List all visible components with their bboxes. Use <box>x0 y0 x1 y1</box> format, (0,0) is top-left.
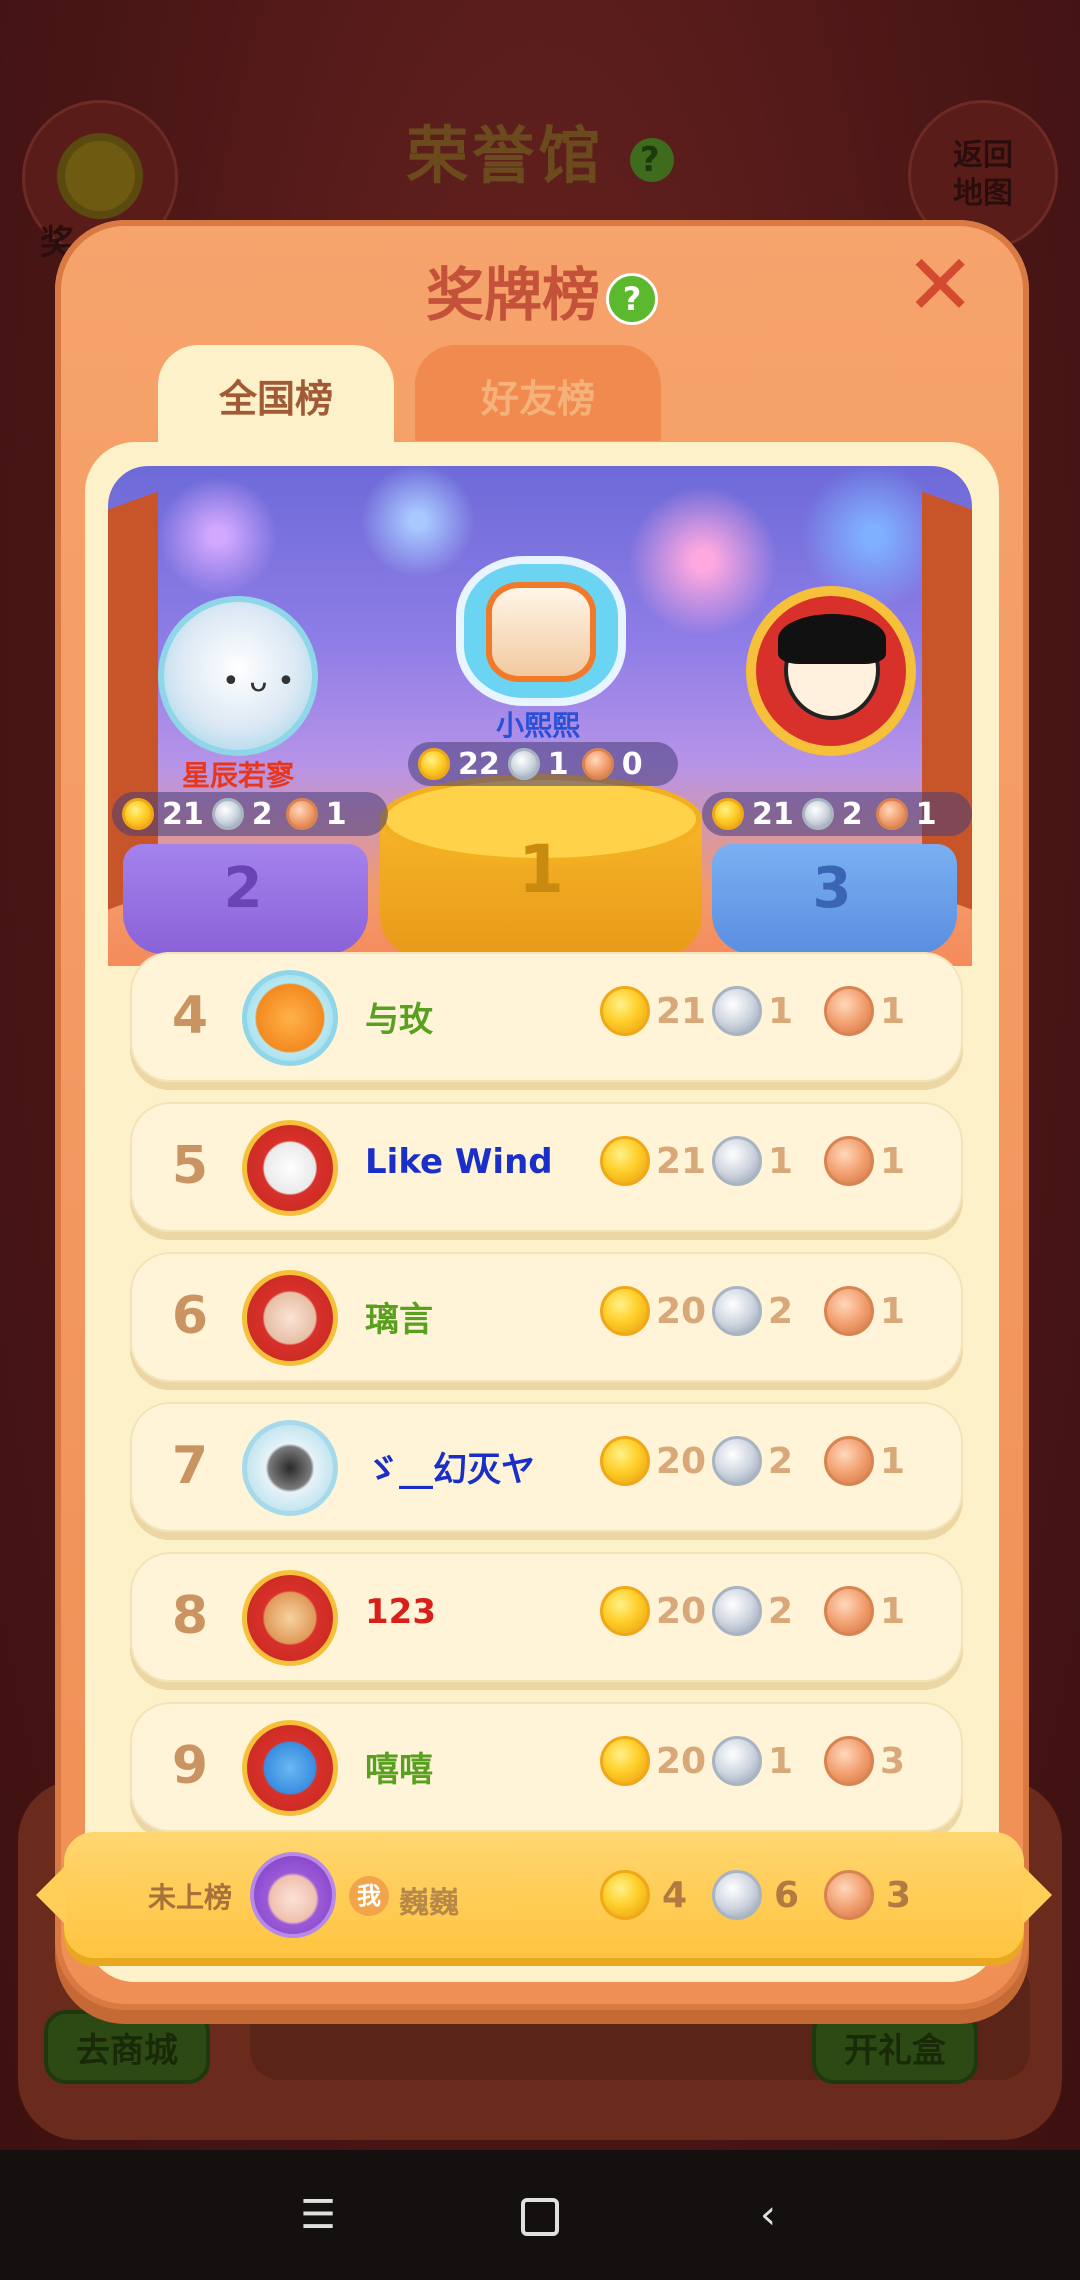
medal-counts: 21 1 1 <box>600 986 936 1036</box>
avatar-rank-3[interactable] <box>746 586 916 756</box>
avatar-rank-1[interactable] <box>456 556 626 706</box>
help-icon[interactable]: ? <box>606 272 658 325</box>
gold-medal-icon <box>122 798 154 830</box>
gold-medal-icon <box>600 1136 650 1186</box>
tab-national[interactable]: 全国榜 <box>158 345 394 445</box>
ghost-face-icon: • ᴗ • <box>222 664 295 699</box>
bronze-medal-icon <box>824 986 874 1036</box>
bronze-medal-icon <box>824 1736 874 1786</box>
help-icon[interactable]: ? <box>629 137 674 182</box>
avatar[interactable] <box>242 1120 338 1216</box>
gold-medal-icon <box>600 1586 650 1636</box>
medal-counts: 20 2 1 <box>600 1436 936 1486</box>
my-avatar[interactable] <box>250 1852 336 1938</box>
shop-button[interactable]: 去商城 <box>44 2010 210 2084</box>
leaderboard-row[interactable]: 7 ゞ__幻灭ヤ 20 2 1 <box>130 1402 963 1532</box>
silver-medal-icon <box>801 798 834 830</box>
avatar[interactable] <box>242 1270 338 1366</box>
gold-medal-icon <box>600 1286 650 1336</box>
firework-decoration <box>158 476 278 596</box>
bronze-medal-icon <box>824 1286 874 1336</box>
medals-rank-2: 21 2 1 <box>112 792 388 836</box>
avatar[interactable] <box>242 970 338 1066</box>
firework-decoration <box>628 486 778 636</box>
my-name: 巍巍 <box>399 1886 459 1921</box>
menu-icon[interactable]: ☰ <box>288 2190 348 2240</box>
rank-number: 5 <box>171 1136 209 1196</box>
leaderboard-row[interactable]: 8 123 20 2 1 <box>130 1552 963 1682</box>
bronze-medal-icon <box>824 1136 874 1186</box>
medal-counts: 20 2 1 <box>600 1286 936 1336</box>
my-rank-status: 未上榜 <box>148 1881 233 1914</box>
bronze-medal-icon <box>824 1436 874 1486</box>
back-icon[interactable]: ‹ <box>738 2190 798 2240</box>
podium-third-number: 3 <box>812 856 852 921</box>
rank-number: 7 <box>171 1436 209 1496</box>
gold-medal-icon <box>600 1870 650 1920</box>
rank-number: 4 <box>171 986 209 1046</box>
avatar[interactable] <box>242 1570 338 1666</box>
firework-decoration <box>358 466 478 576</box>
podium-second-number: 2 <box>223 856 263 921</box>
family-photo <box>486 582 596 682</box>
avatar-rank-2[interactable]: • ᴗ • <box>158 596 318 756</box>
silver-medal-icon <box>712 1736 762 1786</box>
rank-number: 8 <box>171 1586 209 1646</box>
bronze-medal-icon <box>824 1870 874 1920</box>
gold-medal-icon <box>600 1736 650 1786</box>
tab-friends[interactable]: 好友榜 <box>415 345 661 445</box>
avatar[interactable] <box>242 1420 338 1516</box>
player-name: ゞ__幻灭ヤ <box>365 1450 535 1490</box>
rank-number: 6 <box>171 1286 209 1346</box>
close-icon[interactable]: ✕ <box>905 243 975 327</box>
gold-medal-icon <box>600 1436 650 1486</box>
silver-medal-icon <box>712 1136 762 1186</box>
leaderboard-row[interactable]: 4 与玫 21 1 1 <box>130 952 963 1082</box>
silver-medal-icon <box>712 1586 762 1636</box>
player-name: 嘻嘻 <box>365 1750 433 1790</box>
silver-medal-icon <box>712 986 762 1036</box>
gold-medal-icon <box>600 986 650 1036</box>
my-rank-bar[interactable]: 未上榜 我 巍巍 4 6 3 <box>36 1832 1052 1958</box>
my-medal-counts: 4 6 3 <box>600 1870 936 1920</box>
medal-counts: 21 1 1 <box>600 1136 936 1186</box>
medal-counts: 20 1 3 <box>600 1736 936 1786</box>
player-name: Like Wind <box>365 1142 553 1182</box>
system-navigation-bar: ☰ ‹ <box>0 2150 1080 2280</box>
medals-rank-1: 22 1 0 <box>408 742 678 786</box>
player-name: 与玫 <box>365 1000 433 1040</box>
pirate-hair <box>778 614 886 664</box>
silver-medal-icon <box>507 748 540 780</box>
me-badge: 我 <box>349 1876 389 1916</box>
name-rank-2: 星辰若寥 <box>181 759 294 792</box>
home-icon[interactable] <box>510 2190 570 2240</box>
silver-medal-icon <box>712 1870 762 1920</box>
leaderboard-row[interactable]: 6 璃言 20 2 1 <box>130 1252 963 1382</box>
gift-box-button[interactable]: 开礼盒 <box>812 2010 978 2084</box>
bronze-medal-icon <box>875 798 908 830</box>
silver-medal-icon <box>712 1436 762 1486</box>
podium-stage: 2 3 1 • ᴗ • 星辰若寥 小熙熙 21 2 1 22 1 0 21 2 … <box>108 466 972 966</box>
avatar[interactable] <box>242 1720 338 1816</box>
leaderboard-row[interactable]: 5 Like Wind 21 1 1 <box>130 1102 963 1232</box>
bronze-medal-icon <box>581 748 614 780</box>
rank-number: 9 <box>171 1736 209 1796</box>
player-name: 123 <box>365 1592 436 1632</box>
silver-medal-icon <box>211 798 244 830</box>
silver-medal-icon <box>712 1286 762 1336</box>
name-rank-1: 小熙熙 <box>495 709 580 742</box>
bronze-medal-icon <box>285 798 318 830</box>
gold-medal-icon <box>712 798 744 830</box>
leaderboard-row[interactable]: 9 嘻嘻 20 1 3 <box>130 1702 963 1832</box>
medal-counts: 20 2 1 <box>600 1586 936 1636</box>
podium-first-number: 1 <box>518 831 564 908</box>
gold-medal-icon <box>418 748 450 780</box>
modal-title: 奖牌榜? <box>55 248 1029 332</box>
bronze-medal-icon <box>824 1586 874 1636</box>
player-name: 璃言 <box>365 1300 433 1340</box>
medals-rank-3: 21 2 1 <box>702 792 972 836</box>
